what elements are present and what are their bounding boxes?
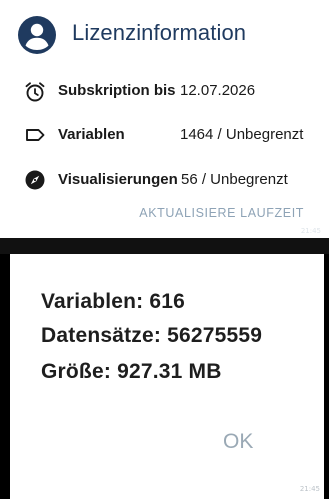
variables-label: Variablen (58, 126, 125, 143)
ok-button[interactable]: OK (223, 430, 253, 454)
screen: Lizenzinformation Subskription bis 12.07… (0, 0, 329, 499)
separator (0, 238, 329, 254)
stats-dialog: Variablen: 616 Datensätze: 56275559 Größ… (10, 254, 324, 499)
stat-records: Datensätze: 56275559 (41, 324, 263, 347)
page-title: Lizenzinformation (72, 20, 247, 45)
visualizations-value: 56 / Unbegrenzt (181, 171, 288, 188)
subscription-label: Subskription bis (58, 82, 176, 99)
timestamp: 21:45 (299, 485, 320, 493)
subscription-value: 12.07.2026 (180, 82, 256, 99)
license-info-panel: Lizenzinformation Subskription bis 12.07… (0, 0, 329, 238)
variables-value: 1464 / Unbegrenzt (180, 126, 304, 143)
update-runtime-button[interactable]: AKTUALISIERE LAUFZEIT (139, 206, 304, 220)
stat-size: Größe: 927.31 MB (41, 360, 222, 383)
label-tag-icon (26, 129, 45, 141)
compass-icon (25, 170, 45, 190)
alarm-clock-icon (25, 82, 45, 102)
visualizations-label: Visualisierungen (58, 171, 178, 188)
stat-variables: Variablen: 616 (41, 290, 186, 313)
account-circle-icon (18, 16, 56, 54)
timestamp: 21:45 (300, 227, 321, 235)
